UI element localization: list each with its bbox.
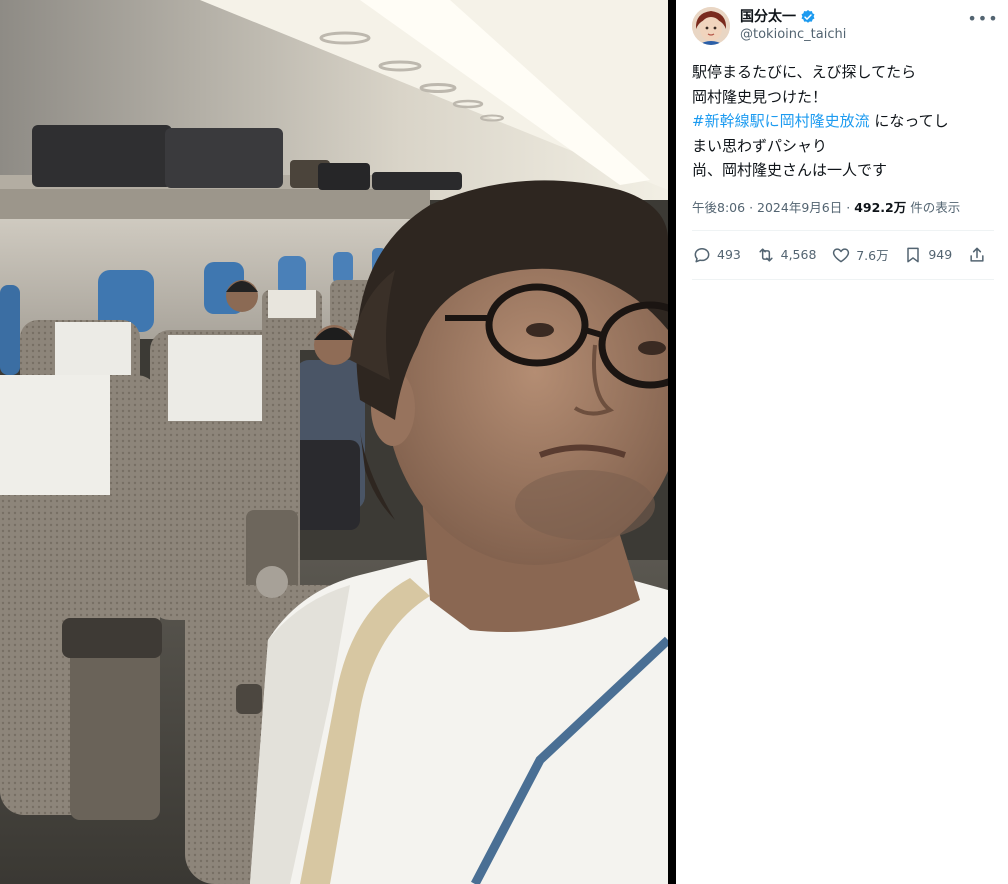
tweet-text-segment: まい思わずパシャり (692, 136, 828, 155)
tweet-text-segment: になってし (869, 112, 949, 130)
bookmark-button[interactable]: 949 (903, 245, 952, 265)
avatar-image (692, 7, 730, 45)
views-count: 492.2万 (854, 199, 907, 215)
tweet-time[interactable]: 午後8:06 (692, 200, 745, 215)
author-info: 国分太一 @tokioinc_taichi (740, 8, 972, 44)
retweet-count: 4,568 (780, 247, 817, 262)
more-options-button[interactable]: ••• (967, 7, 997, 29)
reply-icon (694, 247, 710, 262)
author-name-row: 国分太一 (740, 8, 972, 26)
like-button[interactable]: 7.6万 (831, 245, 889, 265)
tweet-text-line-1: 駅停まるたびに、えび探してたら (692, 60, 994, 85)
meta-separator: · (846, 199, 851, 215)
tweet-screenshot: 国分太一 @tokioinc_taichi ••• 駅停まるたびに、えび探してた… (0, 0, 1008, 884)
verified-badge-icon (800, 9, 816, 25)
bookmark-icon (907, 247, 920, 262)
tweet-text: 駅停まるたびに、えび探してたら 岡村隆史見つけた！ #新幹線駅に岡村隆史放流 に… (692, 60, 994, 183)
tweet-meta: 午後8:06 · 2024年9月6日 · 492.2万 件の表示 (692, 197, 994, 231)
tweet-text-line-5: 尚、岡村隆史さんは一人です (692, 158, 994, 183)
hashtag-link[interactable]: #新幹線駅に岡村隆史放流 (692, 112, 870, 130)
tweet-text-segment: 尚、岡村隆史さんは一人です (692, 161, 888, 179)
author-name[interactable]: 国分太一 (740, 8, 796, 26)
heart-icon (833, 247, 850, 262)
panel-divider (668, 0, 676, 884)
views-label: 件の表示 (910, 199, 961, 215)
author-handle[interactable]: @tokioinc_taichi (740, 26, 972, 44)
tweet-date[interactable]: 2024年9月6日 (757, 200, 842, 215)
tweet-photo[interactable] (0, 0, 668, 884)
tweet-panel: 国分太一 @tokioinc_taichi ••• 駅停まるたびに、えび探してた… (676, 0, 1008, 884)
author-avatar[interactable] (692, 7, 730, 45)
tweet-text-line-2: 岡村隆史見つけた！ (692, 85, 994, 110)
tweet-actions: 493 4,568 7.6万 949 (692, 231, 994, 280)
tweet-text-segment: 駅停まるたびに、えび探してたら (692, 63, 917, 81)
retweet-button[interactable]: 4,568 (756, 245, 817, 265)
reply-count: 493 (717, 247, 741, 262)
retweet-icon (759, 247, 773, 262)
like-count: 7.6万 (856, 248, 889, 263)
tweet-text-line-4: まい思わずパシャり (692, 134, 994, 159)
meta-separator: · (749, 199, 754, 215)
share-icon (970, 247, 984, 262)
bookmark-count: 949 (928, 247, 953, 262)
share-button[interactable] (967, 245, 992, 265)
tweet-header: 国分太一 @tokioinc_taichi ••• (692, 6, 998, 46)
tweet-text-line-3: #新幹線駅に岡村隆史放流 になってし (692, 109, 994, 134)
reply-button[interactable]: 493 (692, 245, 741, 265)
train-selfie-image (0, 0, 668, 884)
tweet-text-segment: 岡村隆史見つけた！ (692, 87, 828, 106)
